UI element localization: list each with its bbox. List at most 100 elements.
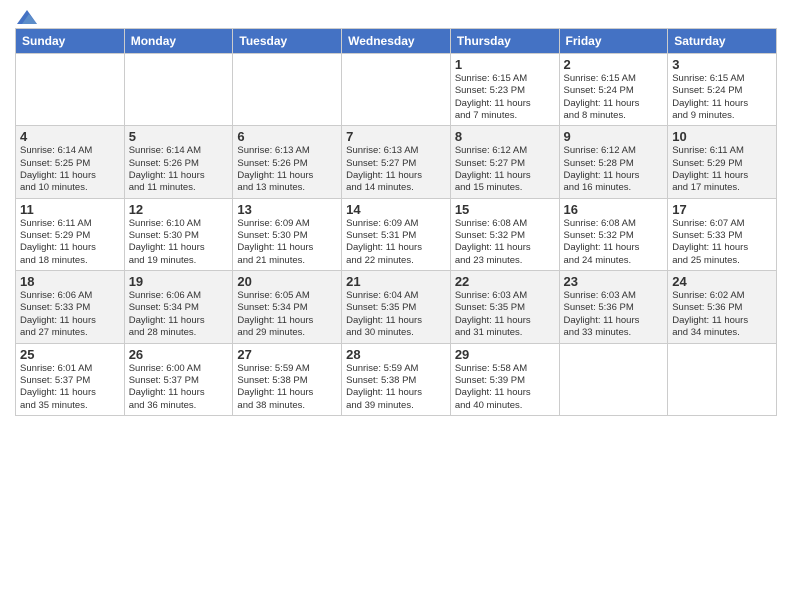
table-cell: 12Sunrise: 6:10 AM Sunset: 5:30 PM Dayli… <box>124 198 233 270</box>
table-cell: 24Sunrise: 6:02 AM Sunset: 5:36 PM Dayli… <box>668 271 777 343</box>
table-cell: 15Sunrise: 6:08 AM Sunset: 5:32 PM Dayli… <box>450 198 559 270</box>
table-cell: 26Sunrise: 6:00 AM Sunset: 5:37 PM Dayli… <box>124 343 233 415</box>
day-number: 16 <box>564 202 664 217</box>
weekday-sunday: Sunday <box>16 29 125 54</box>
table-cell: 17Sunrise: 6:07 AM Sunset: 5:33 PM Dayli… <box>668 198 777 270</box>
day-info: Sunrise: 6:09 AM Sunset: 5:30 PM Dayligh… <box>237 218 337 267</box>
day-number: 14 <box>346 202 446 217</box>
week-row-4: 18Sunrise: 6:06 AM Sunset: 5:33 PM Dayli… <box>16 271 777 343</box>
table-cell: 19Sunrise: 6:06 AM Sunset: 5:34 PM Dayli… <box>124 271 233 343</box>
table-cell: 29Sunrise: 5:58 AM Sunset: 5:39 PM Dayli… <box>450 343 559 415</box>
week-row-3: 11Sunrise: 6:11 AM Sunset: 5:29 PM Dayli… <box>16 198 777 270</box>
day-number: 29 <box>455 347 555 362</box>
day-info: Sunrise: 5:58 AM Sunset: 5:39 PM Dayligh… <box>455 363 555 412</box>
weekday-thursday: Thursday <box>450 29 559 54</box>
table-cell: 23Sunrise: 6:03 AM Sunset: 5:36 PM Dayli… <box>559 271 668 343</box>
weekday-wednesday: Wednesday <box>342 29 451 54</box>
day-number: 15 <box>455 202 555 217</box>
day-number: 11 <box>20 202 120 217</box>
day-number: 8 <box>455 129 555 144</box>
weekday-monday: Monday <box>124 29 233 54</box>
day-info: Sunrise: 6:03 AM Sunset: 5:36 PM Dayligh… <box>564 290 664 339</box>
table-cell: 22Sunrise: 6:03 AM Sunset: 5:35 PM Dayli… <box>450 271 559 343</box>
day-info: Sunrise: 6:12 AM Sunset: 5:27 PM Dayligh… <box>455 145 555 194</box>
day-number: 12 <box>129 202 229 217</box>
table-cell: 8Sunrise: 6:12 AM Sunset: 5:27 PM Daylig… <box>450 126 559 198</box>
week-row-1: 1Sunrise: 6:15 AM Sunset: 5:23 PM Daylig… <box>16 54 777 126</box>
day-number: 27 <box>237 347 337 362</box>
table-cell: 20Sunrise: 6:05 AM Sunset: 5:34 PM Dayli… <box>233 271 342 343</box>
week-row-2: 4Sunrise: 6:14 AM Sunset: 5:25 PM Daylig… <box>16 126 777 198</box>
table-cell: 4Sunrise: 6:14 AM Sunset: 5:25 PM Daylig… <box>16 126 125 198</box>
day-info: Sunrise: 6:14 AM Sunset: 5:26 PM Dayligh… <box>129 145 229 194</box>
table-cell: 16Sunrise: 6:08 AM Sunset: 5:32 PM Dayli… <box>559 198 668 270</box>
weekday-friday: Friday <box>559 29 668 54</box>
table-cell <box>668 343 777 415</box>
day-info: Sunrise: 5:59 AM Sunset: 5:38 PM Dayligh… <box>346 363 446 412</box>
day-info: Sunrise: 6:04 AM Sunset: 5:35 PM Dayligh… <box>346 290 446 339</box>
week-row-5: 25Sunrise: 6:01 AM Sunset: 5:37 PM Dayli… <box>16 343 777 415</box>
calendar: Sunday Monday Tuesday Wednesday Thursday… <box>15 28 777 416</box>
day-number: 24 <box>672 274 772 289</box>
day-info: Sunrise: 6:08 AM Sunset: 5:32 PM Dayligh… <box>564 218 664 267</box>
day-info: Sunrise: 6:03 AM Sunset: 5:35 PM Dayligh… <box>455 290 555 339</box>
day-info: Sunrise: 6:08 AM Sunset: 5:32 PM Dayligh… <box>455 218 555 267</box>
table-cell: 27Sunrise: 5:59 AM Sunset: 5:38 PM Dayli… <box>233 343 342 415</box>
day-number: 26 <box>129 347 229 362</box>
day-number: 6 <box>237 129 337 144</box>
day-info: Sunrise: 6:12 AM Sunset: 5:28 PM Dayligh… <box>564 145 664 194</box>
weekday-saturday: Saturday <box>668 29 777 54</box>
table-cell <box>559 343 668 415</box>
day-info: Sunrise: 6:13 AM Sunset: 5:26 PM Dayligh… <box>237 145 337 194</box>
table-cell <box>233 54 342 126</box>
day-number: 19 <box>129 274 229 289</box>
day-number: 17 <box>672 202 772 217</box>
day-info: Sunrise: 6:11 AM Sunset: 5:29 PM Dayligh… <box>672 145 772 194</box>
day-info: Sunrise: 6:06 AM Sunset: 5:33 PM Dayligh… <box>20 290 120 339</box>
day-number: 13 <box>237 202 337 217</box>
table-cell: 9Sunrise: 6:12 AM Sunset: 5:28 PM Daylig… <box>559 126 668 198</box>
day-info: Sunrise: 5:59 AM Sunset: 5:38 PM Dayligh… <box>237 363 337 412</box>
day-number: 7 <box>346 129 446 144</box>
day-number: 28 <box>346 347 446 362</box>
day-info: Sunrise: 6:15 AM Sunset: 5:24 PM Dayligh… <box>564 73 664 122</box>
day-number: 1 <box>455 57 555 72</box>
day-number: 9 <box>564 129 664 144</box>
day-info: Sunrise: 6:05 AM Sunset: 5:34 PM Dayligh… <box>237 290 337 339</box>
table-cell <box>342 54 451 126</box>
page: Sunday Monday Tuesday Wednesday Thursday… <box>0 0 792 612</box>
day-info: Sunrise: 6:06 AM Sunset: 5:34 PM Dayligh… <box>129 290 229 339</box>
table-cell: 13Sunrise: 6:09 AM Sunset: 5:30 PM Dayli… <box>233 198 342 270</box>
day-number: 21 <box>346 274 446 289</box>
header <box>15 10 777 20</box>
day-info: Sunrise: 6:14 AM Sunset: 5:25 PM Dayligh… <box>20 145 120 194</box>
table-cell: 11Sunrise: 6:11 AM Sunset: 5:29 PM Dayli… <box>16 198 125 270</box>
table-cell: 5Sunrise: 6:14 AM Sunset: 5:26 PM Daylig… <box>124 126 233 198</box>
table-cell <box>16 54 125 126</box>
day-number: 23 <box>564 274 664 289</box>
day-number: 18 <box>20 274 120 289</box>
table-cell: 28Sunrise: 5:59 AM Sunset: 5:38 PM Dayli… <box>342 343 451 415</box>
day-number: 3 <box>672 57 772 72</box>
table-cell: 14Sunrise: 6:09 AM Sunset: 5:31 PM Dayli… <box>342 198 451 270</box>
day-info: Sunrise: 6:00 AM Sunset: 5:37 PM Dayligh… <box>129 363 229 412</box>
day-info: Sunrise: 6:13 AM Sunset: 5:27 PM Dayligh… <box>346 145 446 194</box>
day-number: 2 <box>564 57 664 72</box>
day-number: 22 <box>455 274 555 289</box>
weekday-tuesday: Tuesday <box>233 29 342 54</box>
table-cell <box>124 54 233 126</box>
day-info: Sunrise: 6:09 AM Sunset: 5:31 PM Dayligh… <box>346 218 446 267</box>
day-info: Sunrise: 6:01 AM Sunset: 5:37 PM Dayligh… <box>20 363 120 412</box>
table-cell: 6Sunrise: 6:13 AM Sunset: 5:26 PM Daylig… <box>233 126 342 198</box>
table-cell: 18Sunrise: 6:06 AM Sunset: 5:33 PM Dayli… <box>16 271 125 343</box>
table-cell: 25Sunrise: 6:01 AM Sunset: 5:37 PM Dayli… <box>16 343 125 415</box>
day-info: Sunrise: 6:10 AM Sunset: 5:30 PM Dayligh… <box>129 218 229 267</box>
table-cell: 10Sunrise: 6:11 AM Sunset: 5:29 PM Dayli… <box>668 126 777 198</box>
day-number: 5 <box>129 129 229 144</box>
day-info: Sunrise: 6:15 AM Sunset: 5:24 PM Dayligh… <box>672 73 772 122</box>
day-number: 25 <box>20 347 120 362</box>
table-cell: 2Sunrise: 6:15 AM Sunset: 5:24 PM Daylig… <box>559 54 668 126</box>
day-info: Sunrise: 6:15 AM Sunset: 5:23 PM Dayligh… <box>455 73 555 122</box>
day-number: 4 <box>20 129 120 144</box>
day-info: Sunrise: 6:02 AM Sunset: 5:36 PM Dayligh… <box>672 290 772 339</box>
